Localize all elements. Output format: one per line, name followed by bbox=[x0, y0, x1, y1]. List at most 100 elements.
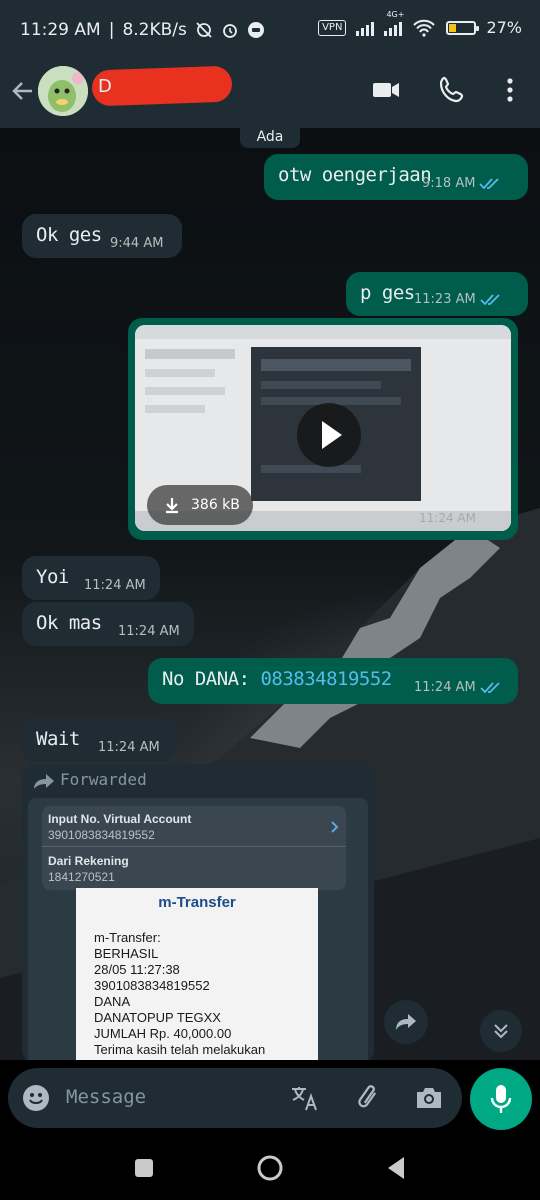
message-time: 11:24 AM bbox=[98, 740, 160, 755]
date-chip-label: Ada bbox=[256, 129, 284, 145]
wifi-icon bbox=[413, 19, 436, 37]
message-incoming[interactable]: Ok mas 11:24 AM bbox=[22, 602, 194, 646]
battery-icon bbox=[446, 20, 480, 35]
vpn-badge: VPN bbox=[318, 19, 347, 36]
message-time: 9:18 AM bbox=[422, 176, 501, 191]
message-text: Yoi bbox=[36, 566, 69, 588]
status-right: VPN 4G+ 27% bbox=[318, 10, 522, 37]
message-incoming[interactable]: Ok ges 9:44 AM bbox=[22, 214, 182, 258]
message-forwarded-image[interactable]: Forwarded Input No. Virtual Account 3901… bbox=[22, 764, 374, 1060]
chat-area[interactable]: Ada otw oengerjaan 9:18 AM Ok ges 9:44 A… bbox=[0, 128, 540, 1060]
signal-icon bbox=[356, 20, 375, 36]
message-text: No DANA: 083834819552 bbox=[162, 668, 392, 690]
receipt-line: Terima kasih telah melakukan bbox=[94, 1042, 266, 1057]
alarm-off-icon bbox=[196, 22, 212, 38]
message-incoming[interactable]: Wait 11:24 AM bbox=[22, 718, 176, 762]
status-divider: | bbox=[108, 20, 115, 40]
field-label: Dari Rekening bbox=[48, 854, 129, 868]
home-icon[interactable] bbox=[256, 1154, 284, 1182]
message-incoming[interactable]: Yoi 11:24 AM bbox=[22, 556, 160, 600]
date-chip: Ada bbox=[240, 128, 300, 148]
recents-icon[interactable] bbox=[132, 1156, 156, 1180]
emoji-icon[interactable] bbox=[22, 1084, 50, 1112]
field-label: Input No. Virtual Account bbox=[48, 812, 192, 826]
divider bbox=[42, 846, 346, 847]
message-outgoing[interactable]: No DANA: 083834819552 11:24 AM bbox=[148, 658, 518, 704]
transfer-form-card: Input No. Virtual Account 39010838348195… bbox=[42, 806, 346, 890]
receipt-line: 3901083834819552 bbox=[94, 978, 210, 993]
signal-4g-icon: 4G+ bbox=[384, 10, 404, 36]
contact-name-redaction bbox=[91, 65, 233, 107]
avatar-image bbox=[38, 66, 88, 116]
receipt-line: DANA bbox=[94, 994, 131, 1009]
battery-percent: 27% bbox=[486, 18, 522, 37]
message-text: p ges bbox=[360, 282, 415, 304]
chevron-double-down-icon bbox=[494, 1024, 508, 1039]
arrow-left-icon[interactable] bbox=[8, 76, 38, 106]
paperclip-icon[interactable] bbox=[354, 1082, 384, 1114]
notification-app-icon bbox=[247, 22, 264, 38]
message-time-label: 11:24 AM bbox=[414, 680, 476, 695]
download-icon bbox=[166, 498, 178, 514]
message-time: 11:24 AM bbox=[84, 578, 146, 593]
transfer-receipt: m-Transfer m-Transfer: BERHASIL 28/05 11… bbox=[76, 888, 318, 1060]
message-time: 11:24 AM bbox=[414, 680, 502, 695]
contact-name[interactable]: D bbox=[98, 76, 112, 97]
network-type-label: 4G+ bbox=[386, 9, 405, 19]
receipt-line: DANATOPUP TEGXX bbox=[94, 1010, 221, 1025]
chevron-right-icon bbox=[331, 821, 339, 833]
system-nav-bar bbox=[0, 1136, 540, 1200]
forward-arrow-icon bbox=[396, 1014, 416, 1030]
more-vertical-icon[interactable] bbox=[494, 74, 526, 106]
video-camera-icon[interactable] bbox=[370, 74, 402, 106]
avatar[interactable] bbox=[38, 66, 88, 116]
read-ticks-icon bbox=[480, 293, 500, 305]
video-size: 386 kB bbox=[191, 497, 240, 513]
message-time: 9:44 AM bbox=[110, 236, 164, 251]
message-input[interactable]: Message bbox=[8, 1068, 462, 1128]
status-bar: 11:29 AM | 8.2KB/s VPN 4G+ 27% bbox=[0, 0, 540, 62]
receipt-line: JUMLAH Rp. 40,000.00 bbox=[94, 1026, 232, 1041]
message-outgoing[interactable]: otw oengerjaan 9:18 AM bbox=[264, 154, 528, 200]
play-icon bbox=[322, 421, 342, 449]
back-nav-icon[interactable] bbox=[384, 1154, 408, 1182]
microphone-button[interactable] bbox=[470, 1068, 532, 1130]
phone-icon[interactable] bbox=[436, 74, 468, 106]
download-button[interactable]: 386 kB bbox=[147, 485, 253, 525]
alarm-icon bbox=[222, 24, 237, 38]
forward-button[interactable] bbox=[384, 1000, 428, 1044]
message-text: otw oengerjaan bbox=[278, 164, 432, 186]
field-value: 3901083834819552 bbox=[48, 828, 155, 842]
message-text: Ok mas bbox=[36, 612, 102, 634]
translate-icon[interactable] bbox=[290, 1084, 320, 1112]
message-time-label: 11:23 AM bbox=[414, 292, 476, 307]
microphone-icon bbox=[490, 1085, 512, 1113]
receipt-title: m-Transfer bbox=[158, 894, 236, 911]
receipt-line: 28/05 11:27:38 bbox=[94, 962, 180, 977]
receipt-line: m-Transfer: bbox=[94, 930, 161, 945]
message-input-bar: Message bbox=[0, 1060, 540, 1136]
field-value: 1841270521 bbox=[48, 870, 115, 884]
message-time: 11:23 AM bbox=[414, 292, 502, 307]
message-time: 11:24 AM bbox=[419, 511, 476, 525]
chat-header: D bbox=[0, 62, 540, 128]
message-time-label: 9:18 AM bbox=[422, 176, 476, 191]
message-video[interactable]: 386 kB 11:24 AM bbox=[128, 318, 518, 540]
status-time: 11:29 AM bbox=[20, 20, 101, 40]
status-net-speed: 8.2KB/s bbox=[122, 20, 187, 40]
read-ticks-icon bbox=[479, 177, 500, 189]
read-ticks-icon bbox=[480, 681, 500, 693]
play-button[interactable] bbox=[297, 403, 361, 467]
video-thumbnail: 386 kB 11:24 AM bbox=[135, 325, 511, 531]
message-placeholder: Message bbox=[66, 1086, 147, 1108]
message-outgoing[interactable]: p ges 11:23 AM bbox=[346, 272, 528, 316]
forwarded-arrow-icon bbox=[34, 774, 54, 789]
camera-icon[interactable] bbox=[414, 1084, 444, 1112]
forwarded-label: Forwarded bbox=[60, 770, 147, 789]
message-text: Ok ges bbox=[36, 224, 102, 246]
phone-number-link[interactable]: 083834819552 bbox=[260, 668, 392, 690]
message-time: 11:24 AM bbox=[118, 624, 180, 639]
receipt-line: BERHASIL bbox=[94, 946, 159, 961]
scroll-to-bottom-button[interactable] bbox=[480, 1010, 522, 1052]
message-prefix: No DANA: bbox=[162, 668, 261, 690]
